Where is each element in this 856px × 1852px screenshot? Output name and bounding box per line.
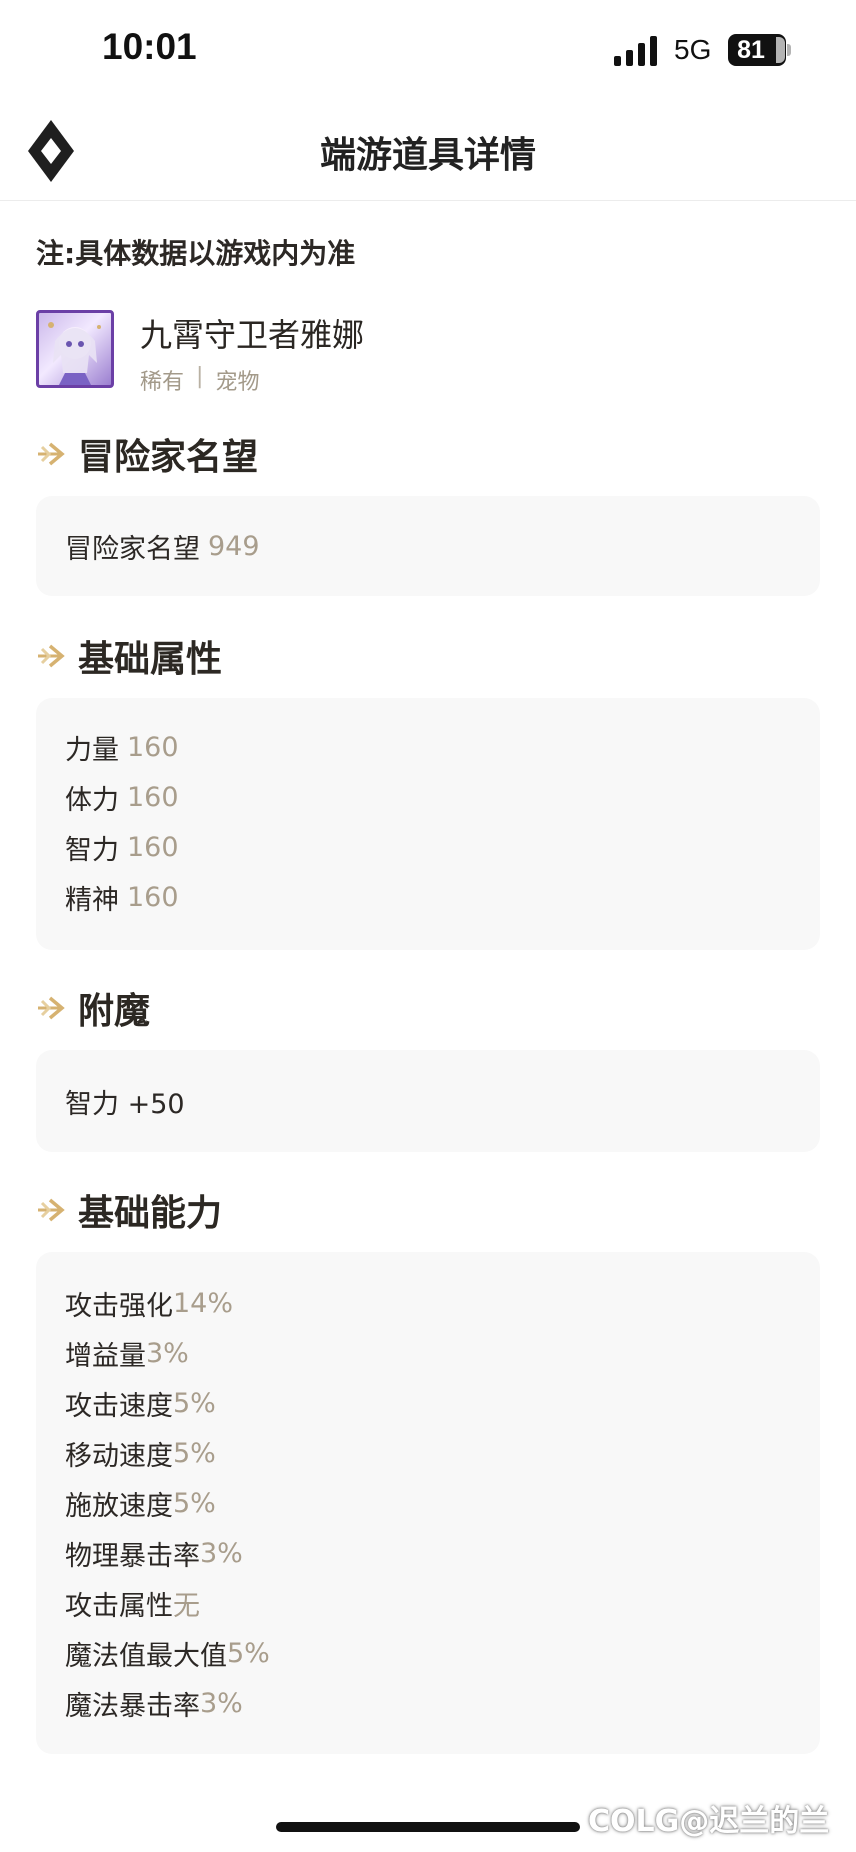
section-title-base-abilities: 基础能力 bbox=[36, 1184, 222, 1236]
section-label: 附魔 bbox=[78, 991, 151, 1032]
stat-value: 160 bbox=[127, 781, 179, 813]
stat-value: 5% bbox=[173, 1437, 216, 1469]
status-bar: 10:01 5G 81 bbox=[0, 0, 856, 100]
stat-row: 攻击属性无 bbox=[65, 1578, 791, 1628]
double-arrow-icon bbox=[38, 1198, 65, 1222]
status-time: 10:01 bbox=[102, 26, 197, 67]
stat-value: 160 bbox=[127, 831, 179, 863]
stat-row: 智力 +50 bbox=[65, 1076, 791, 1126]
battery-level: 81 bbox=[737, 35, 765, 64]
stat-name: 魔法值最大值 bbox=[65, 1640, 227, 1672]
stat-name: 攻击强化 bbox=[65, 1290, 173, 1322]
stat-name: 施放速度 bbox=[65, 1490, 173, 1522]
stat-name: 智力 bbox=[65, 834, 119, 866]
stat-row: 精神 160 bbox=[65, 872, 791, 922]
stat-row: 魔法值最大值 5% bbox=[65, 1628, 791, 1678]
stat-row: 物理暴击率 3% bbox=[65, 1528, 791, 1578]
item-rarity: 稀有 bbox=[140, 370, 185, 395]
network-label: 5G bbox=[674, 34, 712, 65]
stat-value: 5% bbox=[173, 1387, 216, 1419]
meta-separator: | bbox=[196, 364, 204, 389]
section-label: 基础属性 bbox=[78, 639, 223, 680]
stat-name: 力量 bbox=[65, 734, 119, 766]
item-name: 九霄守卫者雅娜 bbox=[140, 316, 365, 354]
home-indicator[interactable] bbox=[276, 1822, 580, 1832]
stat-name: 精神 bbox=[65, 884, 119, 916]
stat-value: 5% bbox=[227, 1637, 270, 1669]
stat-value: 5% bbox=[173, 1487, 216, 1519]
stat-row: 增益量 3% bbox=[65, 1328, 791, 1378]
section-title-base-attributes: 基础属性 bbox=[36, 630, 222, 682]
page-title: 端游道具详情 bbox=[319, 135, 536, 176]
stat-row: 智力 160 bbox=[65, 822, 791, 872]
enchant-card: 智力 +50 bbox=[36, 1050, 820, 1152]
double-arrow-icon bbox=[38, 996, 65, 1020]
stat-row: 魔法暴击率 3% bbox=[65, 1678, 791, 1728]
stat-value: 160 bbox=[127, 731, 179, 763]
stat-name: 增益量 bbox=[65, 1340, 146, 1372]
stat-name: 攻击属性 bbox=[65, 1590, 173, 1622]
signal-icon bbox=[614, 36, 657, 66]
stat-name: 冒险家名望 bbox=[65, 533, 200, 565]
stat-name: 智力 +50 bbox=[65, 1088, 185, 1120]
reputation-card: 冒险家名望 949 bbox=[36, 496, 820, 596]
section-title-reputation: 冒险家名望 bbox=[36, 428, 258, 480]
item-meta: 稀有 | 宠物 bbox=[140, 364, 259, 396]
stat-value: 3% bbox=[200, 1687, 243, 1719]
stat-name: 体力 bbox=[65, 784, 119, 816]
battery-empty-segment bbox=[776, 37, 785, 63]
section-title-enchant: 附魔 bbox=[36, 982, 150, 1034]
stat-row: 冒险家名望 949 bbox=[65, 521, 791, 571]
data-note: 注:具体数据以游戏内为准 bbox=[36, 237, 356, 270]
stat-value: 3% bbox=[146, 1337, 189, 1369]
pet-portrait-icon bbox=[48, 322, 101, 385]
item-category: 宠物 bbox=[215, 370, 260, 395]
stat-name: 移动速度 bbox=[65, 1440, 173, 1472]
stat-value: 949 bbox=[208, 530, 260, 562]
stat-value: 无 bbox=[173, 1590, 200, 1622]
battery-tip bbox=[787, 44, 791, 56]
section-label: 基础能力 bbox=[78, 1193, 223, 1234]
stat-value: 14% bbox=[173, 1287, 234, 1319]
stat-row: 攻击速度 5% bbox=[65, 1378, 791, 1428]
item-detail-page: 10:01 5G 81 端游道具详情 注:具体数据以游戏内为准 九霄守卫者雅娜 … bbox=[0, 0, 856, 1852]
stat-name: 物理暴击率 bbox=[65, 1540, 200, 1572]
stat-name: 魔法暴击率 bbox=[65, 1690, 200, 1722]
stat-row: 攻击强化 14% bbox=[65, 1278, 791, 1328]
base-attributes-card: 力量 160 体力 160 智力 160 精神 160 bbox=[36, 698, 820, 950]
stat-name: 攻击速度 bbox=[65, 1390, 173, 1422]
section-label: 冒险家名望 bbox=[78, 437, 259, 478]
watermark: COLG@迟兰的兰 bbox=[588, 1804, 830, 1839]
stat-row: 体力 160 bbox=[65, 772, 791, 822]
pet-thumbnail-image bbox=[36, 310, 114, 388]
base-abilities-card: 攻击强化 14% 增益量 3% 攻击速度 5% 移动速度 5% 施放速度 5% 物理暴击率… bbox=[36, 1252, 820, 1754]
stat-row: 力量 160 bbox=[65, 722, 791, 772]
stat-value: 160 bbox=[127, 881, 179, 913]
stat-value: 3% bbox=[200, 1537, 243, 1569]
stat-row: 移动速度 5% bbox=[65, 1428, 791, 1478]
double-arrow-icon bbox=[38, 442, 65, 466]
double-arrow-icon bbox=[38, 644, 65, 668]
stat-row: 施放速度 5% bbox=[65, 1478, 791, 1528]
